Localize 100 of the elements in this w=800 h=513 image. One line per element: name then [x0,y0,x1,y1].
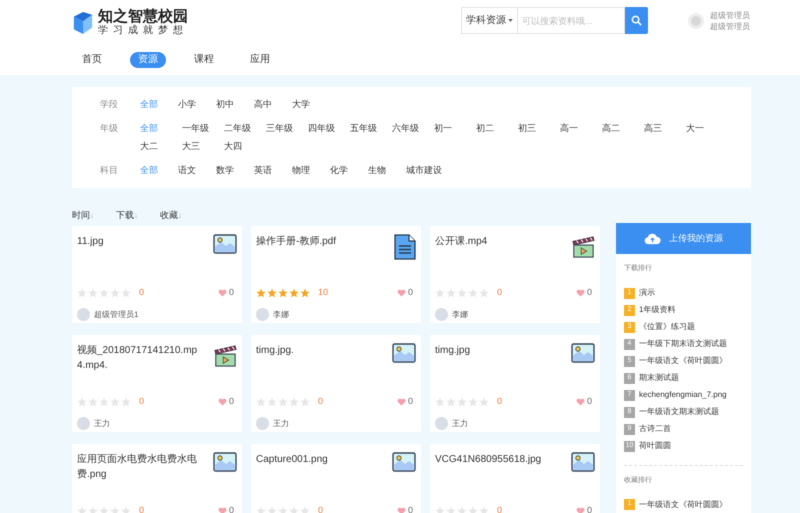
author-name: 超级管理员1 [94,308,138,320]
filter-option[interactable]: 一年级 [182,119,224,137]
site-title: 知之智慧校园 [98,8,188,25]
ranking-link[interactable]: 一年级语文《荷叶圆圆》 [639,355,727,367]
sort-button[interactable]: 收藏↓ [160,209,182,223]
like-count: 0 [228,504,234,513]
ranking-link[interactable]: 古诗二首 [639,423,671,435]
video-clapper-icon [571,234,595,258]
filter-option[interactable]: 高一 [560,119,602,137]
filter-option[interactable]: 高中 [254,95,292,113]
star-icon [99,288,109,298]
ranking-link[interactable]: 1年级资料 [639,304,676,316]
heart-icon [218,398,227,406]
star-icon [77,397,87,407]
filter-option[interactable]: 城市建设 [406,161,462,179]
logo-icon [72,10,94,34]
resource-title: 11.jpg [77,235,105,249]
site-slogan: 学习成就梦想 [98,25,188,37]
filter-option[interactable]: 语文 [178,161,216,179]
ranking-link[interactable]: kechengfengmian_7.png [639,389,727,401]
filter-option[interactable]: 三年级 [266,119,308,137]
rating-count: 0 [139,395,144,408]
avatar [435,417,448,430]
star-icon [278,397,288,407]
ranking-link[interactable]: 一年级语文期末测试题 [639,406,719,418]
avatar [688,12,704,28]
rating-count: 0 [139,504,144,513]
filter-option[interactable]: 化学 [330,161,368,179]
heart-icon [576,507,585,513]
search-field[interactable]: 可以搜索资料哦... [517,7,625,34]
filter-option[interactable]: 初二 [476,119,518,137]
filter-option[interactable]: 小学 [178,95,216,113]
filter-option[interactable]: 大一 [686,119,728,137]
resource-card[interactable]: Capture001.png 0 0 [251,444,421,513]
image-file-icon [213,234,237,254]
filter-option[interactable]: 数学 [216,161,254,179]
ranking-link[interactable]: 期末测试题 [639,372,679,384]
filter-option[interactable]: 二年级 [224,119,266,137]
nav-tab[interactable]: 首页 [74,52,110,68]
filter-option[interactable]: 物理 [292,161,330,179]
star-icon [479,288,489,298]
resource-card[interactable]: 应用页面水电费水电费水电费.png 0 0 [72,444,242,513]
star-icon [121,288,131,298]
ranking-link[interactable]: 荷叶圆圆 [639,440,671,452]
image-file-icon [392,452,416,472]
filter-option[interactable]: 大学 [292,95,330,113]
resource-title: timg.jpg [435,344,472,358]
like-count: 0 [408,395,413,408]
star-icon [300,288,310,298]
like-count: 0 [586,504,592,513]
filter-option[interactable]: 五年级 [350,119,392,137]
filter-option[interactable]: 生物 [368,161,406,179]
rating-count: 0 [318,395,324,408]
star-icon [300,397,310,407]
filter-option[interactable]: 高二 [602,119,644,137]
ranking-link[interactable]: 演示 [639,287,655,299]
avatar [435,308,448,321]
filter-option[interactable]: 四年级 [308,119,350,137]
resource-card[interactable]: timg.jpg 0 0 王力 [430,335,600,432]
star-icon [256,288,266,298]
video-clapper-icon [213,343,237,367]
filter-option[interactable]: 初三 [518,119,560,137]
search-button[interactable] [625,7,648,34]
star-icon [435,397,445,407]
nav-tab[interactable]: 应用 [242,52,278,68]
resource-card[interactable]: 公开课.mp4 0 0 李娜 [430,226,600,323]
resource-title: 应用页面水电费水电费水电费.png [77,452,198,482]
nav-tab[interactable]: 课程 [186,52,222,68]
category-dropdown[interactable]: 学科资源 [461,7,517,34]
star-icon [446,288,456,298]
document-icon [394,234,416,260]
filter-option[interactable]: 大二 [140,137,182,155]
author-name: 王力 [273,418,289,430]
resource-card[interactable]: VCG41N680955618.jpg 0 0 [430,444,600,513]
filter-option[interactable]: 高三 [644,119,686,137]
rating-count: 0 [497,504,502,513]
filter-option[interactable]: 初中 [216,95,254,113]
resource-card[interactable]: 视频_20180717141210.mp4.mp4. 0 0 王力 [72,335,242,432]
ranking-link[interactable]: 《位置》练习题 [639,321,695,333]
cloud-upload-icon [644,232,661,244]
avatar [256,308,269,321]
ranking-link[interactable]: 一年级语文《荷叶圆圆》 [639,498,727,510]
like-count: 0 [586,395,592,408]
star-icon [446,397,456,407]
resource-card[interactable]: 操作手册-教师.pdf 10 0 李娜 [251,226,421,323]
ranking-link[interactable]: 一年级下期末语文测试题 [639,338,727,350]
star-icon [256,397,266,407]
filter-option[interactable]: 大三 [182,137,224,155]
user-name: 超级管理员 [710,10,750,20]
sort-button[interactable]: 时间↓ [72,209,94,223]
sort-button[interactable]: 下载↓ [116,209,138,223]
filter-option[interactable]: 六年级 [392,119,434,137]
resource-card[interactable]: timg.jpg. 0 0 王力 [251,335,421,432]
star-icon [278,288,288,298]
filter-option[interactable]: 初一 [434,119,476,137]
resource-card[interactable]: 11.jpg 0 0 超级管理员1 [72,226,242,323]
heart-icon [218,507,227,513]
filter-option[interactable]: 大四 [224,137,266,155]
like-count: 0 [228,286,234,300]
filter-option[interactable]: 英语 [254,161,292,179]
